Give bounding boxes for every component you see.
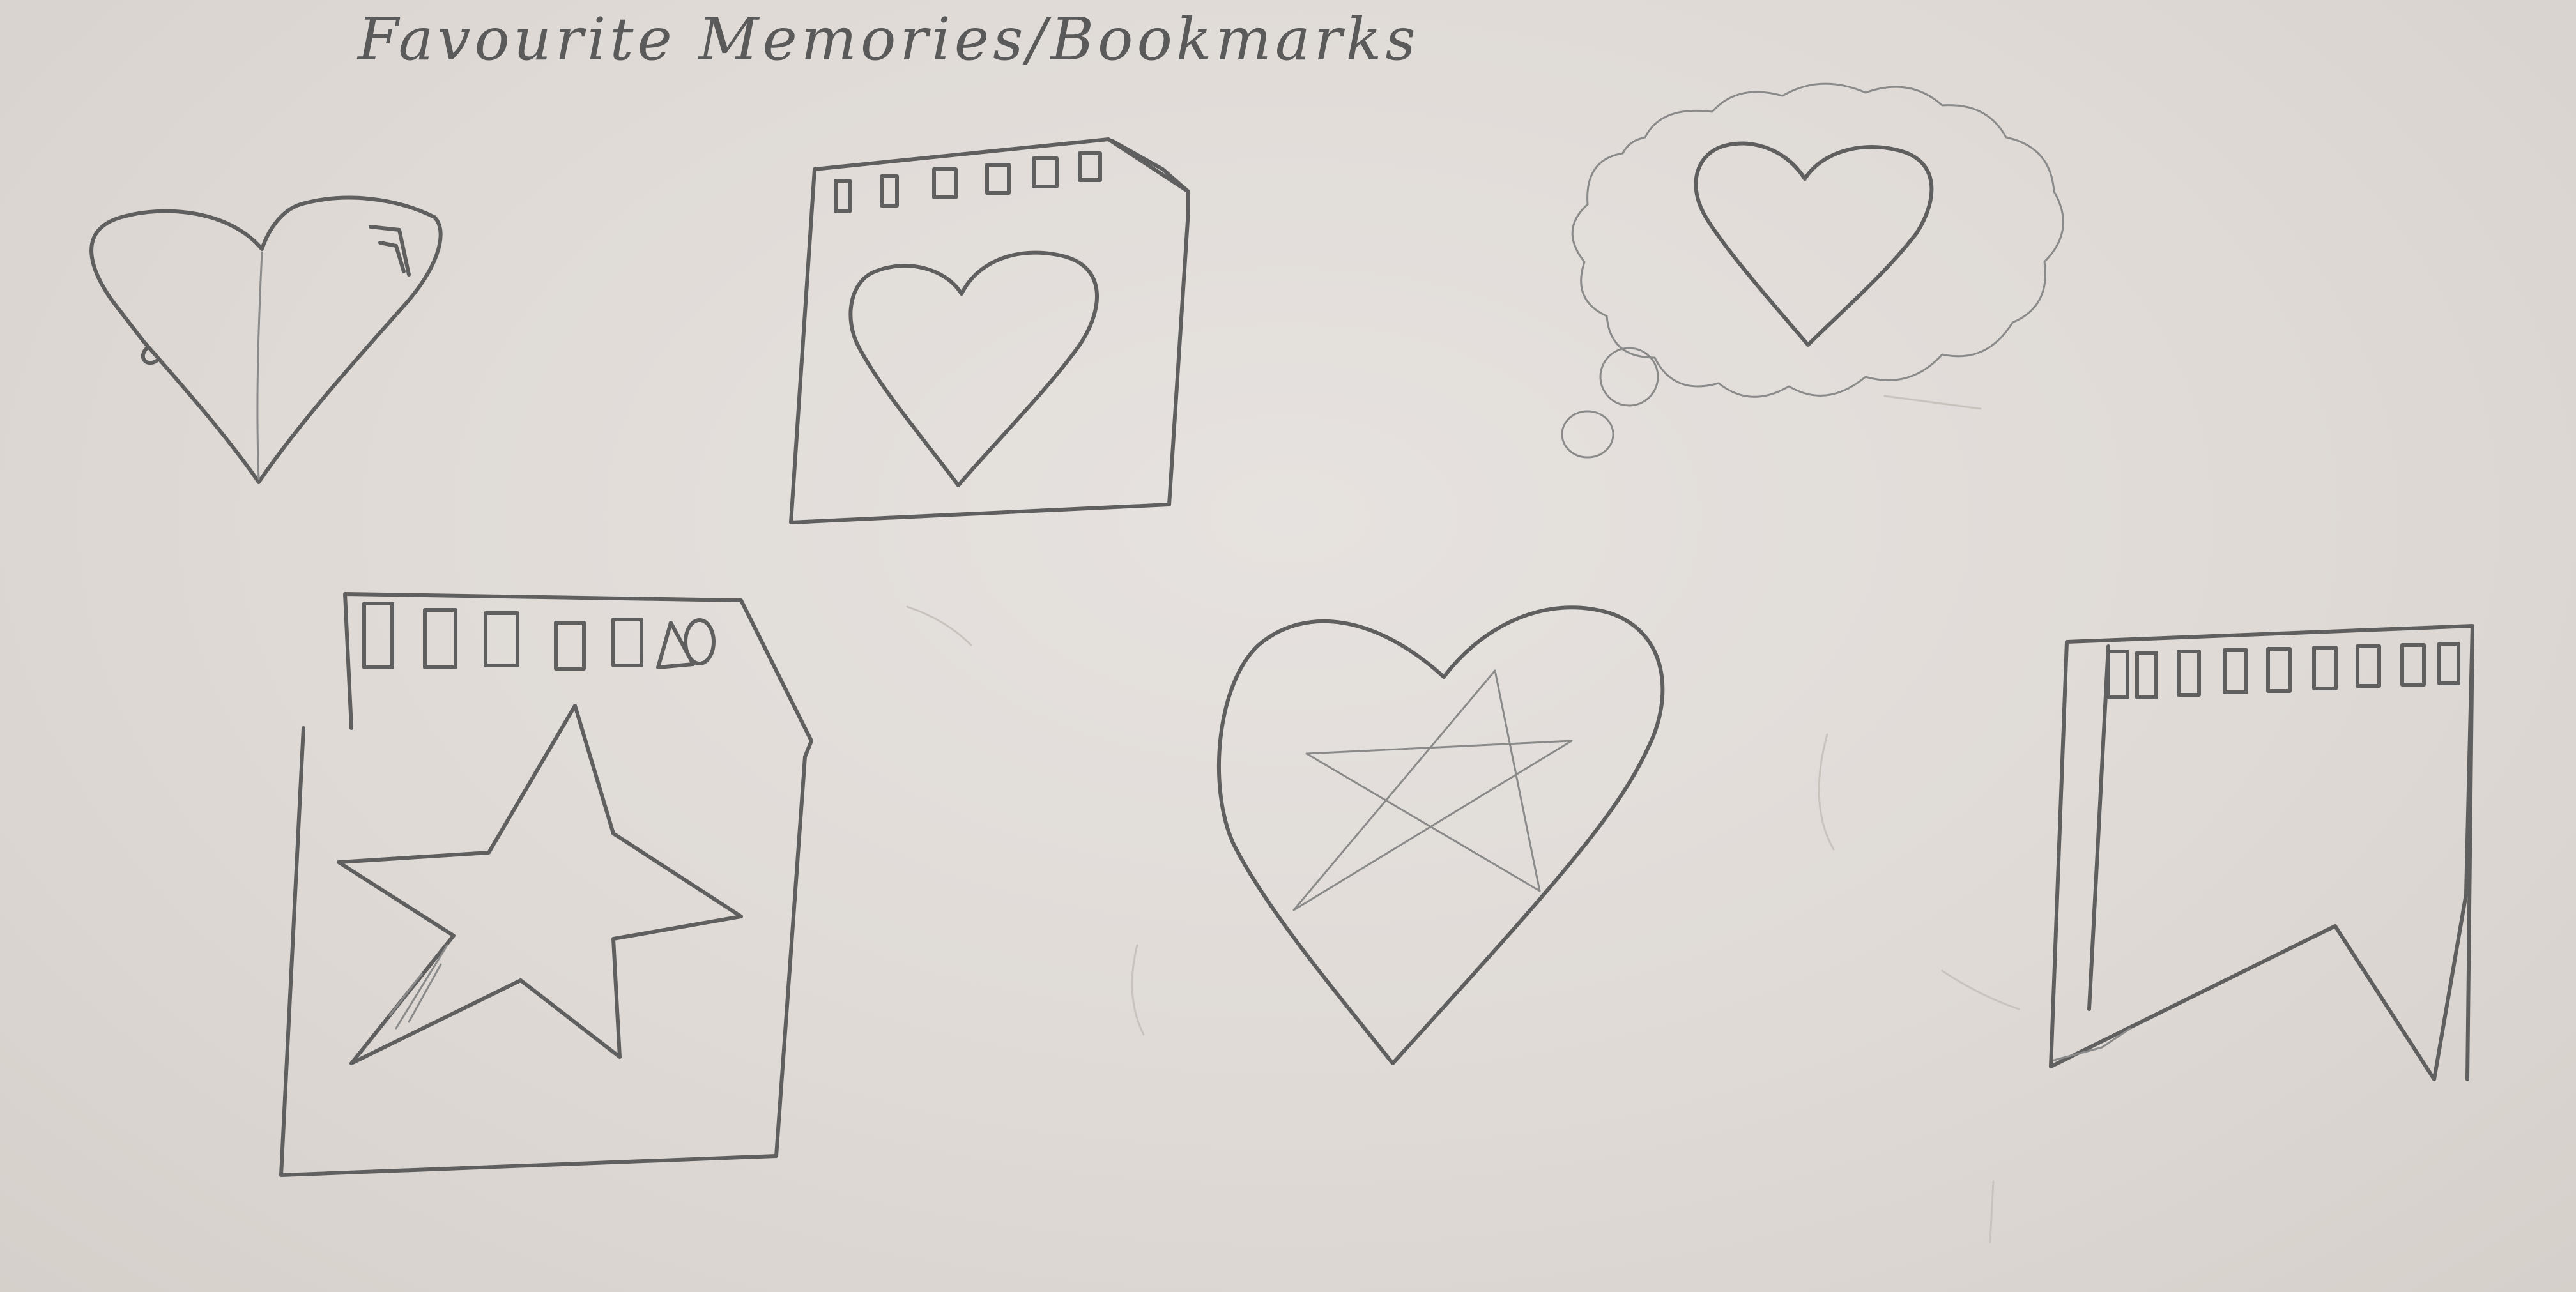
heart-star-icon — [1216, 605, 1665, 1065]
film-bookmark-icon — [2049, 624, 2474, 1081]
photo-star-icon — [279, 592, 813, 1177]
paper-smudges — [906, 395, 2020, 1243]
folded-heart-icon — [89, 195, 443, 484]
sketch-canvas — [89, 82, 2474, 1243]
film-perforations — [2106, 642, 2460, 699]
thought-bubble-heart-icon — [1561, 82, 2064, 459]
film-perforations — [362, 602, 716, 671]
sketch-paper: Favourite Memories/Bookmarks — [0, 0, 2576, 1292]
photo-heart-icon — [789, 137, 1190, 524]
